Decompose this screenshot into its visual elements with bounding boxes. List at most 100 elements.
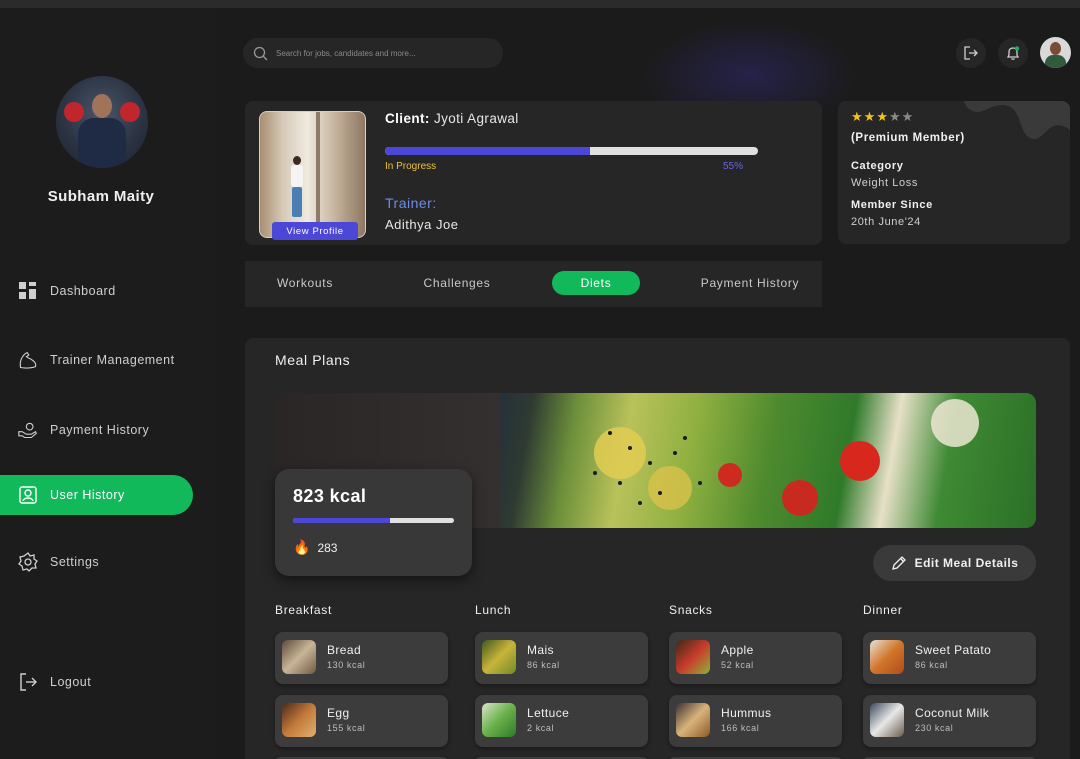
- food-thumbnail: [282, 703, 316, 737]
- calories-burned-value: 283: [317, 540, 338, 555]
- food-name: Bread: [327, 643, 362, 657]
- food-item-card[interactable]: Sweet Patato 86 kcal: [863, 632, 1036, 684]
- pencil-icon: [891, 556, 906, 570]
- member-type: (Premium Member): [851, 132, 965, 144]
- logout-label: Logout: [50, 675, 92, 689]
- category-value: Weight Loss: [851, 177, 918, 189]
- tab-workouts[interactable]: Workouts: [267, 271, 343, 295]
- trainer-label: Trainer:: [385, 195, 437, 211]
- grid-icon: [18, 281, 38, 301]
- notification-button[interactable]: [998, 38, 1028, 68]
- food-name: Mais: [527, 643, 554, 657]
- view-profile-button[interactable]: View Profile: [272, 222, 358, 240]
- progress-status: In Progress: [385, 161, 437, 172]
- trainer-name: Adithya Joe: [385, 217, 459, 232]
- edit-meal-details-label: Edit Meal Details: [914, 556, 1019, 570]
- gear-icon: [18, 552, 38, 572]
- hand-money-icon: [18, 420, 38, 440]
- food-item-card[interactable]: Apple 52 kcal: [669, 632, 842, 684]
- meal-column-title: Dinner: [863, 603, 903, 617]
- client-card: View Profile Client: Jyoti Agrawal In Pr…: [245, 101, 822, 245]
- sidebar-item-label: User History: [50, 488, 125, 502]
- food-item-card[interactable]: Lettuce 2 kcal: [475, 695, 648, 747]
- calorie-bar-fill: [293, 518, 390, 523]
- food-thumbnail: [482, 703, 516, 737]
- logout-icon: [18, 672, 38, 692]
- food-name: Hummus: [721, 706, 772, 720]
- category-label: Category: [851, 160, 904, 172]
- food-calories: 155 kcal: [327, 723, 366, 733]
- food-name: Lettuce: [527, 706, 570, 720]
- sidebar-item-payment-history[interactable]: Payment History: [0, 410, 193, 450]
- decorative-blob: [964, 101, 1070, 140]
- client-name: Jyoti Agrawal: [433, 111, 519, 126]
- meal-plans-title: Meal Plans: [275, 352, 351, 368]
- search-icon: [253, 46, 268, 60]
- tab-challenges[interactable]: Challenges: [413, 271, 501, 295]
- food-name: Sweet Patato: [915, 643, 992, 657]
- food-calories: 86 kcal: [527, 660, 560, 670]
- exit-icon: [964, 46, 978, 60]
- sidebar-item-trainer-management[interactable]: Trainer Management: [0, 340, 193, 380]
- top-strip: [0, 0, 1080, 8]
- food-name: Apple: [721, 643, 754, 657]
- user-avatar[interactable]: [56, 76, 148, 168]
- sidebar-item-settings[interactable]: Settings: [0, 542, 193, 582]
- user-card-icon: [18, 485, 38, 505]
- food-item-card[interactable]: Mais 86 kcal: [475, 632, 648, 684]
- meal-column-title: Breakfast: [275, 603, 332, 617]
- food-thumbnail: [870, 703, 904, 737]
- sidebar-item-user-history[interactable]: User History: [0, 475, 193, 515]
- food-item-card[interactable]: Egg 155 kcal: [275, 695, 448, 747]
- food-calories: 2 kcal: [527, 723, 555, 733]
- user-name: Subham Maity: [47, 188, 155, 205]
- tab-bar: Workouts Challenges Diets Payment Histor…: [245, 261, 822, 307]
- tab-payment-history[interactable]: Payment History: [691, 271, 809, 295]
- bell-icon: [1006, 46, 1020, 60]
- food-thumbnail: [676, 703, 710, 737]
- calorie-summary-card: 823 kcal 🔥 283: [275, 469, 472, 576]
- food-calories: 130 kcal: [327, 660, 366, 670]
- member-since-value: 20th June'24: [851, 216, 921, 228]
- sidebar-item-label: Settings: [50, 555, 100, 569]
- food-calories: 52 kcal: [721, 660, 754, 670]
- profile-avatar[interactable]: [1040, 37, 1071, 68]
- food-thumbnail: [482, 640, 516, 674]
- client-name-line: Client: Jyoti Agrawal: [385, 111, 519, 126]
- food-item-card[interactable]: Bread 130 kcal: [275, 632, 448, 684]
- food-item-card[interactable]: Hummus 166 kcal: [669, 695, 842, 747]
- rating-stars: ★ ★ ★ ★ ★: [851, 110, 913, 124]
- food-calories: 166 kcal: [721, 723, 760, 733]
- star-filled-icon: ★: [876, 109, 888, 124]
- membership-card: ★ ★ ★ ★ ★ (Premium Member) Category Weight L…: [838, 101, 1070, 244]
- calorie-bar: [293, 518, 454, 523]
- star-empty-icon: ★: [888, 109, 901, 124]
- client-photo: [259, 111, 366, 238]
- food-name: Coconut Milk: [915, 706, 990, 720]
- logout-button[interactable]: Logout: [0, 662, 193, 702]
- meal-column-title: Lunch: [475, 603, 512, 617]
- sidebar-item-dashboard[interactable]: Dashboard: [0, 271, 193, 311]
- search-input[interactable]: [276, 48, 496, 58]
- meal-plans-panel: Meal Plans 823 kcal 🔥 283 Edit Meal Deta…: [245, 338, 1070, 759]
- sidebar-item-label: Dashboard: [50, 284, 116, 298]
- member-since-label: Member Since: [851, 199, 933, 211]
- food-calories: 230 kcal: [915, 723, 954, 733]
- tab-diets[interactable]: Diets: [552, 271, 640, 295]
- edit-meal-details-button[interactable]: Edit Meal Details: [873, 545, 1036, 581]
- food-name: Egg: [327, 706, 350, 720]
- sidebar-item-label: Trainer Management: [50, 353, 175, 367]
- food-calories: 86 kcal: [915, 660, 948, 670]
- sidebar-item-label: Payment History: [50, 423, 150, 437]
- food-item-card[interactable]: Coconut Milk 230 kcal: [863, 695, 1036, 747]
- exit-button[interactable]: [956, 38, 986, 68]
- flame-icon: 🔥: [293, 539, 311, 555]
- progress-bar: [385, 147, 758, 155]
- food-thumbnail: [282, 640, 316, 674]
- star-empty-icon: ★: [901, 109, 914, 124]
- food-thumbnail: [870, 640, 904, 674]
- sidebar: Subham Maity Dashboard Trainer Managemen…: [0, 8, 215, 759]
- search-bar[interactable]: [243, 38, 503, 68]
- star-filled-icon: ★: [863, 109, 876, 124]
- progress-percent: 55%: [723, 161, 744, 172]
